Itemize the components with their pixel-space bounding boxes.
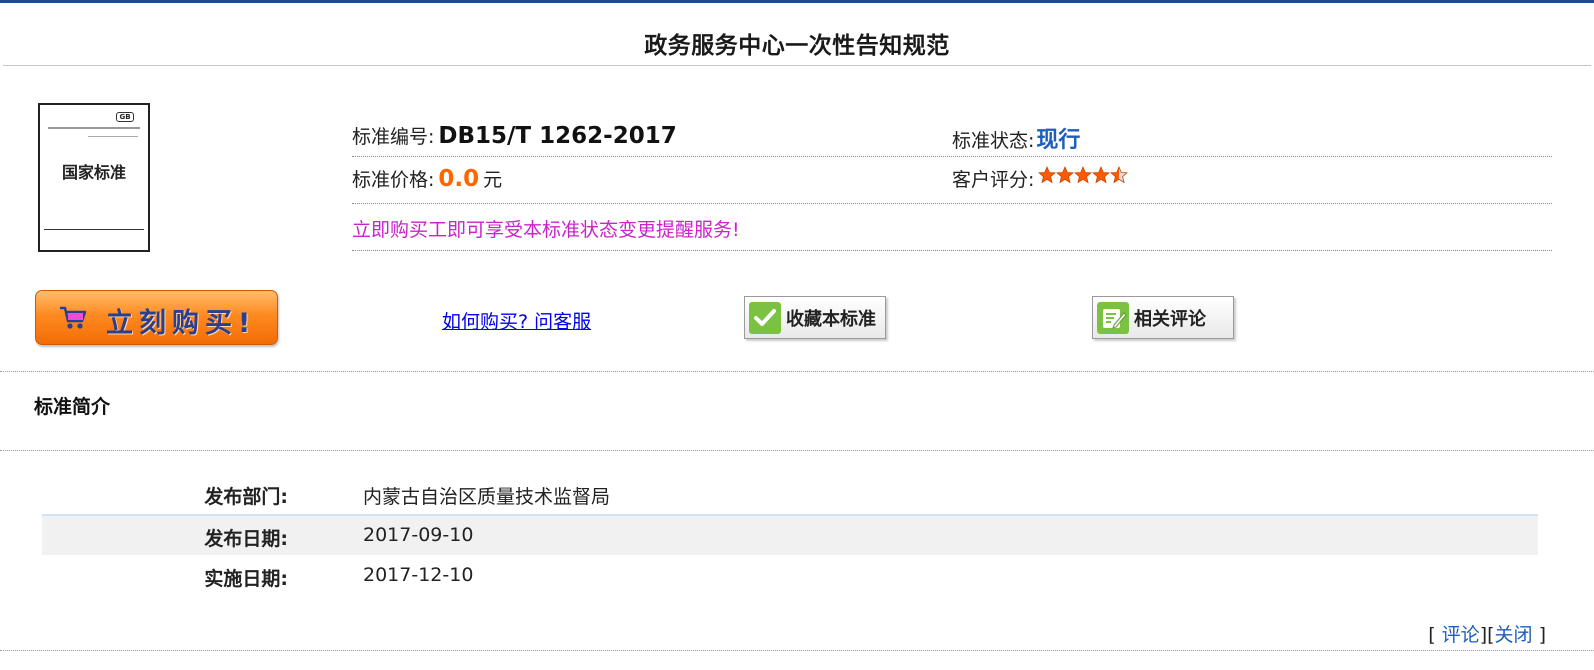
bracket: ] (1538, 624, 1546, 646)
meta-row-publish-date: 发布日期: 2017-09-10 (42, 514, 1538, 555)
cover-header-line (48, 127, 140, 129)
meta-value: 2017-12-10 (363, 564, 474, 586)
standard-code: DB15/T 1262-2017 (438, 123, 677, 149)
status-change-notice: 立即购买工即可享受本标准状态变更提醒服务! (352, 219, 740, 241)
buy-now-button[interactable]: 立刻购买! (35, 290, 278, 345)
gb-logo: GB (116, 112, 134, 122)
info-row-notice: 立即购买工即可享受本标准状态变更提醒服务! (352, 204, 1552, 251)
cover-footer-line (44, 229, 144, 230)
buy-now-label: 立刻购买! (106, 308, 257, 339)
shopping-cart-icon (58, 304, 88, 336)
info-row-code-status: 标准编号: DB15/T 1262-2017 标准状态:现行 (352, 114, 1552, 157)
section-divider (0, 450, 1594, 451)
star-icon (1092, 165, 1111, 184)
footer-links: [ 评论][关闭 ] (1428, 620, 1546, 647)
meta-label: 实施日期: (204, 568, 288, 590)
favorite-label: 收藏本标准 (786, 309, 876, 330)
intro-section-title: 标准简介 (34, 396, 111, 418)
rating-label: 客户评分: (952, 169, 1035, 191)
bracket: ][ (1479, 624, 1495, 646)
star-icon (1038, 165, 1057, 184)
page-title: 政务服务中心一次性告知规范 (644, 33, 950, 59)
status-value: 现行 (1036, 128, 1081, 153)
meta-label: 发布日期: (204, 528, 288, 550)
meta-value: 2017-09-10 (363, 524, 474, 546)
price-label: 标准价格: (352, 169, 435, 191)
checkmark-icon (749, 302, 781, 334)
how-to-buy-link[interactable]: 如何购买? 问客服 (442, 307, 591, 334)
price-unit: 元 (483, 169, 503, 191)
star-icon (1056, 165, 1075, 184)
comments-label: 相关评论 (1134, 309, 1206, 330)
status-label: 标准状态: (952, 130, 1035, 152)
meta-row-effective-date: 实施日期: 2017-12-10 (42, 556, 1538, 597)
star-icon (1074, 165, 1093, 184)
code-label: 标准编号: (352, 126, 435, 148)
edit-note-icon (1097, 302, 1129, 334)
rating-stars (1038, 165, 1129, 188)
star-icon (1110, 165, 1129, 184)
title-divider (3, 65, 1591, 66)
bottom-divider (0, 650, 1594, 651)
price-value: 0.0 (438, 166, 480, 192)
meta-label: 发布部门: (204, 486, 288, 508)
favorite-standard-button[interactable]: 收藏本标准 (744, 296, 886, 339)
section-divider (0, 371, 1594, 372)
meta-row-publisher: 发布部门: 内蒙古自治区质量技术监督局 (42, 474, 1538, 515)
meta-value: 内蒙古自治区质量技术监督局 (363, 486, 611, 508)
related-comments-button[interactable]: 相关评论 (1092, 296, 1234, 339)
standard-cover-image[interactable]: GB 国家标准 (38, 103, 150, 252)
cover-title: 国家标准 (61, 163, 126, 182)
info-row-price-rating: 标准价格: 0.0 元 客户评分: (352, 157, 1552, 204)
top-bar (0, 0, 1594, 3)
standard-info: 标准编号: DB15/T 1262-2017 标准状态:现行 标准价格: 0.0 元 … (352, 114, 1552, 251)
cover-header-line (88, 136, 138, 137)
comment-link[interactable]: 评论 (1442, 624, 1480, 646)
close-link[interactable]: 关闭 (1495, 624, 1533, 646)
bracket: [ (1428, 624, 1436, 646)
